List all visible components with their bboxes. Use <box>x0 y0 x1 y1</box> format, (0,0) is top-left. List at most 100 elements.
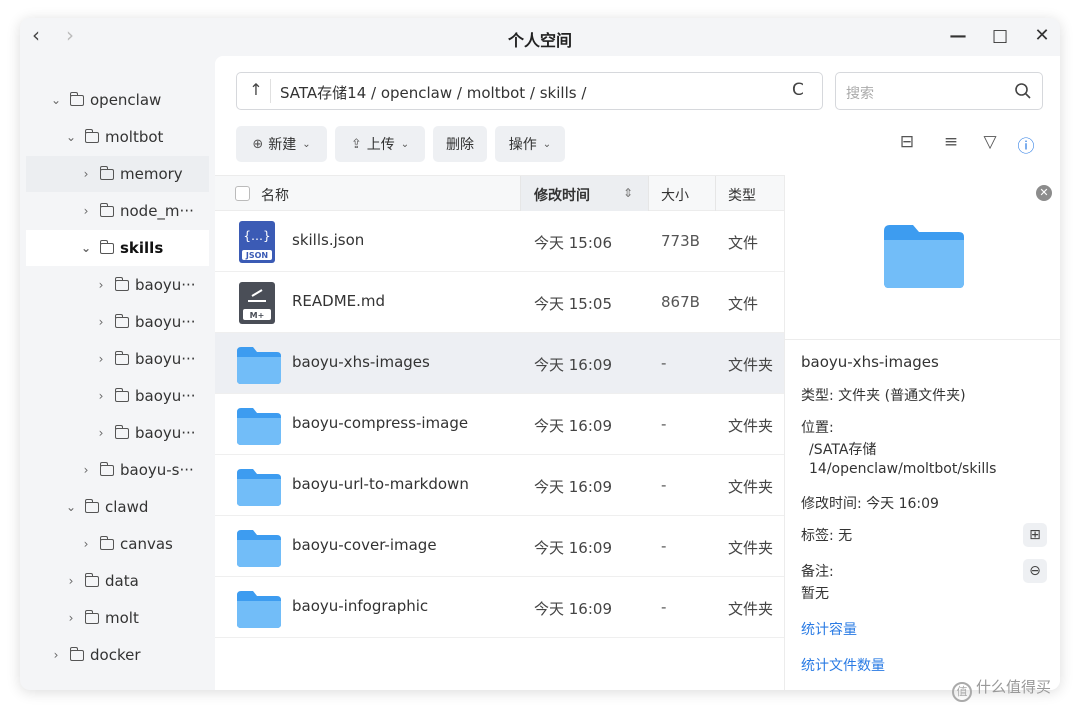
actions-button[interactable]: 操作 ⌄ <box>495 126 565 162</box>
folder-outline-icon <box>99 535 114 550</box>
table-row[interactable]: M+ README.md 今天 15:05 867B 文件 <box>215 272 784 333</box>
chevron-right-icon[interactable]: › <box>76 463 96 477</box>
table-row[interactable]: baoyu-xhs-images 今天 16:09 - 文件夹 <box>215 333 784 394</box>
search-placeholder: 搜索 <box>846 86 874 102</box>
file-name[interactable]: baoyu-compress-image <box>292 414 468 432</box>
chevron-right-icon[interactable]: › <box>91 389 111 403</box>
search-icon[interactable] <box>1014 82 1032 100</box>
chevron-right-icon[interactable]: › <box>61 611 81 625</box>
file-mtime: 今天 16:09 <box>534 356 612 374</box>
column-mtime-header[interactable]: 修改时间 <box>534 185 590 205</box>
table-row[interactable]: baoyu-url-to-markdown 今天 16:09 - 文件夹 <box>215 455 784 516</box>
new-button[interactable]: ⊕ 新建 ⌄ <box>236 126 327 162</box>
search-input[interactable]: 搜索 <box>835 72 1043 110</box>
chevron-right-icon[interactable]: › <box>76 204 96 218</box>
tree-item-label: molt <box>105 609 139 627</box>
tree-item-baoyu-1[interactable]: › baoyu··· <box>91 267 215 303</box>
refresh-icon[interactable]: C <box>792 80 804 100</box>
folder-outline-icon <box>84 572 99 587</box>
chevron-right-icon[interactable]: › <box>76 537 96 551</box>
tree-item-baoyu-5[interactable]: › baoyu··· <box>91 415 215 451</box>
chevron-right-icon[interactable]: › <box>91 426 111 440</box>
tree-item-data[interactable]: › data <box>61 563 215 599</box>
json-file-icon: {…} JSON <box>239 221 275 263</box>
tree-item-label: baoyu··· <box>135 276 196 294</box>
delete-button[interactable]: 删除 <box>433 126 487 162</box>
tree-item-canvas[interactable]: › canvas <box>76 526 215 562</box>
chevron-right-icon[interactable]: › <box>61 574 81 588</box>
file-size: - <box>661 415 667 433</box>
sort-icon[interactable]: ⇕ <box>623 186 633 200</box>
folder-tree-sidebar: ⌄ openclaw ⌄ moltbot › memory › node_m··· ⌄ s… <box>20 56 215 690</box>
chevron-down-icon: ⌄ <box>542 138 552 150</box>
file-name[interactable]: baoyu-infographic <box>292 597 428 615</box>
file-size: - <box>661 598 667 616</box>
chevron-down-icon[interactable]: ⌄ <box>76 241 96 255</box>
upload-button[interactable]: ⇪ 上传 ⌄ <box>335 126 425 162</box>
tree-item-clawd[interactable]: ⌄ clawd <box>61 489 215 525</box>
list-view-icon[interactable]: ≡ <box>940 132 962 154</box>
tree-item-baoyu-4[interactable]: › baoyu··· <box>91 378 215 414</box>
chevron-down-icon[interactable]: ⌄ <box>61 130 81 144</box>
close-button[interactable]: ✕ <box>1027 22 1057 50</box>
stat-size-link[interactable]: 统计容量 <box>801 619 857 639</box>
select-all-checkbox[interactable] <box>235 186 250 201</box>
tree-item-baoyu-2[interactable]: › baoyu··· <box>91 304 215 340</box>
chevron-down-icon[interactable]: ⌄ <box>46 93 66 107</box>
info-icon[interactable]: ⓘ <box>1015 132 1037 157</box>
folder-outline-icon <box>114 350 129 365</box>
stat-count-link[interactable]: 统计文件数量 <box>801 655 885 675</box>
path-bar[interactable]: ↑ SATA存储14 / openclaw / moltbot / skills… <box>236 72 823 110</box>
file-name[interactable]: skills.json <box>292 231 364 249</box>
table-row[interactable]: {…} JSON skills.json 今天 15:06 773B 文件 <box>215 211 784 272</box>
chevron-right-icon[interactable]: › <box>91 315 111 329</box>
folder-outline-icon <box>69 91 84 106</box>
filter-icon[interactable]: ▽ <box>979 132 1001 154</box>
file-name[interactable]: baoyu-xhs-images <box>292 353 430 371</box>
maximize-button[interactable]: □ <box>985 22 1015 50</box>
column-divider <box>715 176 716 211</box>
column-size-header[interactable]: 大小 <box>661 185 689 205</box>
file-size: 773B <box>661 232 700 250</box>
chevron-down-icon[interactable]: ⌄ <box>61 500 81 514</box>
watermark: 值什么值得买 <box>952 676 1051 702</box>
minimize-button[interactable]: — <box>943 22 973 50</box>
column-type-header[interactable]: 类型 <box>728 185 756 205</box>
edit-note-button[interactable]: ⊖ <box>1023 559 1047 583</box>
watermark-text: 什么值得买 <box>976 678 1052 696</box>
column-name-header[interactable]: 名称 <box>261 185 289 205</box>
table-row[interactable]: baoyu-compress-image 今天 16:09 - 文件夹 <box>215 394 784 455</box>
chevron-right-icon[interactable]: › <box>91 278 111 292</box>
folder-outline-icon <box>114 387 129 402</box>
tree-item-baoyu-3[interactable]: › baoyu··· <box>91 341 215 377</box>
tree-item-label: baoyu··· <box>135 350 196 368</box>
folder-outline-icon <box>114 313 129 328</box>
chevron-right-icon[interactable]: › <box>91 352 111 366</box>
file-mtime: 今天 16:09 <box>534 478 612 496</box>
file-name[interactable]: baoyu-cover-image <box>292 536 437 554</box>
details-panel: ✕ baoyu-xhs-images 类型: 文件夹 (普通文件夹) 位置: /… <box>784 175 1060 690</box>
tree-item-label: memory <box>120 165 183 183</box>
tree-item-memory[interactable]: › memory <box>26 156 209 192</box>
chevron-right-icon[interactable]: › <box>46 648 66 662</box>
tree-item-label: skills <box>120 239 164 257</box>
file-name[interactable]: README.md <box>292 292 385 310</box>
tree-item-openclaw[interactable]: ⌄ openclaw <box>46 82 216 118</box>
close-details-button[interactable]: ✕ <box>1036 185 1052 201</box>
breadcrumb[interactable]: SATA存储14 / openclaw / moltbot / skills / <box>280 82 586 103</box>
up-arrow-icon[interactable]: ↑ <box>245 80 267 99</box>
tree-item-label: baoyu-s··· <box>120 461 194 479</box>
table-row[interactable]: baoyu-cover-image 今天 16:09 - 文件夹 <box>215 516 784 577</box>
table-row[interactable]: baoyu-infographic 今天 16:09 - 文件夹 <box>215 577 784 638</box>
file-mtime: 今天 16:09 <box>534 600 612 618</box>
tree-item-molt[interactable]: › molt <box>61 600 215 636</box>
tree-item-moltbot[interactable]: ⌄ moltbot <box>61 119 216 155</box>
file-name[interactable]: baoyu-url-to-markdown <box>292 475 469 493</box>
tree-item-docker[interactable]: › docker <box>46 637 215 673</box>
column-view-icon[interactable]: ⊟ <box>896 132 918 154</box>
tree-item-baoyu-s[interactable]: › baoyu-s··· <box>76 452 215 488</box>
chevron-right-icon[interactable]: › <box>76 167 96 181</box>
tree-item-skills[interactable]: ⌄ skills <box>26 230 209 266</box>
tree-item-node-modules[interactable]: › node_m··· <box>76 193 215 229</box>
add-tag-button[interactable]: ⊞ <box>1023 523 1047 547</box>
